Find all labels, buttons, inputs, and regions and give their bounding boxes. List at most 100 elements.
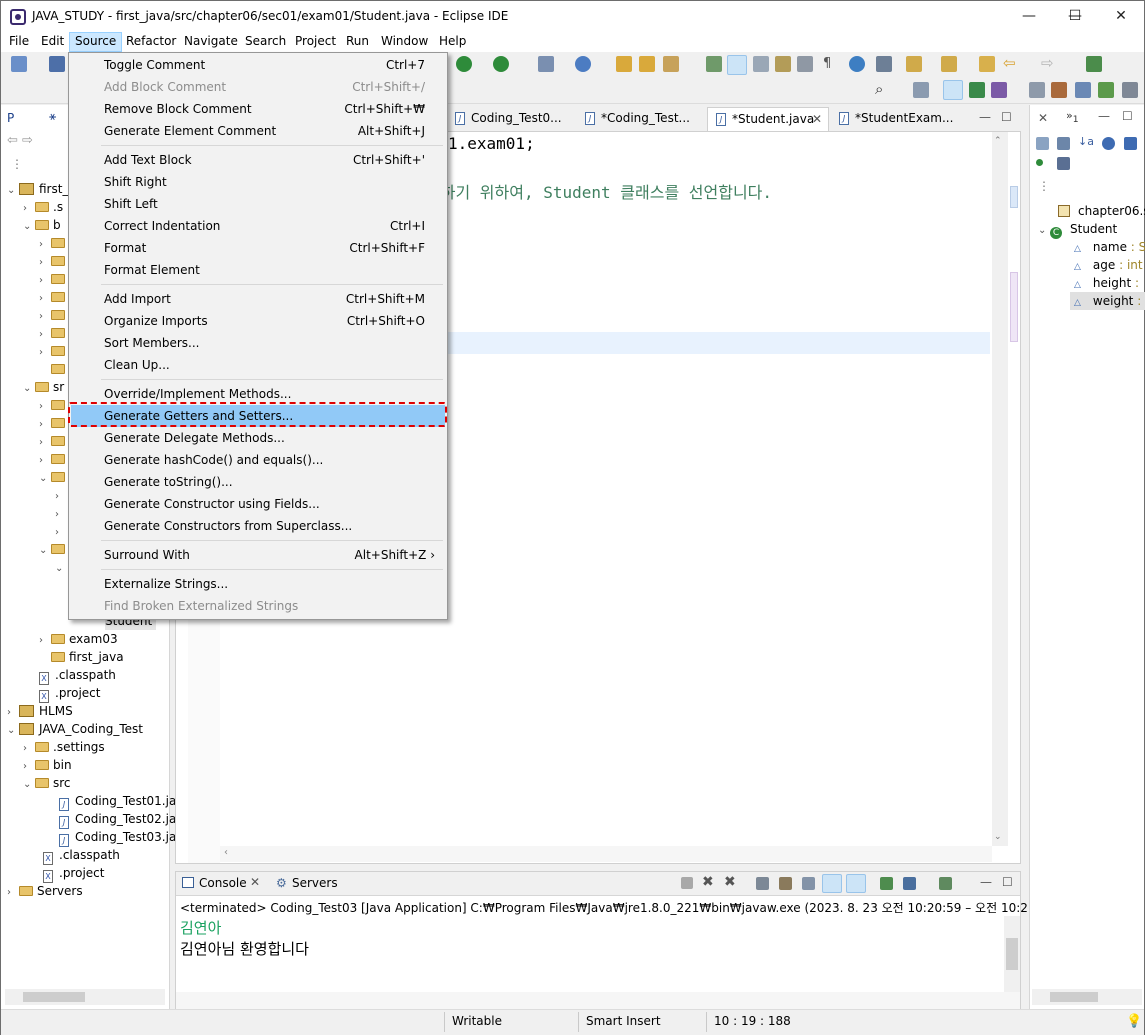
external-tools-icon[interactable] [493,56,509,72]
tree-item-project-2[interactable]: X .project [43,864,104,883]
hide-static-icon[interactable] [1124,137,1137,150]
tree-item[interactable]: › [39,414,69,432]
menu-item-organize-imports[interactable]: Organize Imports Ctrl+Shift+O [71,310,445,332]
tree-item-settings[interactable]: › .settings [23,738,105,756]
menu-item-add-text-block[interactable]: Add Text Block Ctrl+Shift+' [71,149,445,171]
sort-icon[interactable] [1057,137,1070,150]
word-wrap-icon[interactable] [802,877,815,890]
pin-editor-icon[interactable] [1086,56,1102,72]
web-browser-icon[interactable] [849,56,865,72]
maximize-button[interactable]: ☐ [1052,1,1098,32]
open-resource-icon[interactable] [639,56,655,72]
tree-item[interactable]: ⌄ [55,558,67,576]
menu-navigate[interactable]: Navigate [179,32,243,52]
close-console-icon[interactable]: ✕ [250,875,260,889]
tree-item[interactable]: › [39,432,69,450]
restore-icon[interactable] [1029,82,1045,98]
tab-student-exam[interactable]: J *StudentExam... [831,107,953,131]
menu-item-find-broken-externalized-strings[interactable]: Find Broken Externalized Strings [71,595,445,617]
tab-coding-test[interactable]: J *Coding_Test... [577,107,707,131]
task-icon[interactable] [876,56,892,72]
back-icon[interactable]: ⇦ ⇨ [7,133,33,148]
tree-item[interactable]: › [39,450,69,468]
tree-item[interactable]: › [39,324,69,342]
outline-field-weight[interactable]: △ weight : [1070,292,1145,310]
menu-item-shift-left[interactable]: Shift Left [71,193,445,215]
menu-item-clean-up[interactable]: Clean Up... [71,354,445,376]
tree-item-src[interactable]: ⌄ src [23,774,71,792]
tree-item[interactable]: ⌄ b [23,216,61,234]
menu-item-surround-with[interactable]: Surround With Alt+Shift+Z › [71,544,445,566]
tree-item-exam03[interactable]: › exam03 [39,630,118,648]
open-perspective-icon[interactable] [913,82,929,98]
menu-help[interactable]: Help [434,32,471,52]
tree-item-first-java[interactable]: ⌄ first_ [7,180,68,198]
menu-refactor[interactable]: Refactor [121,32,181,52]
close-tab-icon[interactable]: ✕ [812,108,822,131]
pilcrow-icon[interactable]: ¶ [823,56,831,71]
scroll-lock-icon[interactable] [779,877,792,890]
outline-field-age[interactable]: △ age : int [1074,256,1143,274]
tree-item[interactable]: › [39,342,69,360]
last-edit-icon[interactable] [979,56,995,72]
tree-item-project[interactable]: X .project [39,684,100,703]
view-icon-2[interactable] [1075,82,1091,98]
tree-item[interactable]: › .s [23,198,63,216]
new-java-project-icon[interactable] [538,56,554,72]
tree-item[interactable]: › [39,288,69,306]
pin-console-icon[interactable] [880,877,893,890]
menu-item-generate-constructors-from-superclass[interactable]: Generate Constructors from Superclass... [71,515,445,537]
collapse-all-icon[interactable] [1036,137,1049,150]
tab-student-java[interactable]: J *Student.java ✕ [707,107,829,131]
tree-item-first-java-pkg[interactable]: first_java [51,648,124,666]
word-wrap-icon[interactable] [797,56,813,72]
forward-icon[interactable]: ⇨ [1041,54,1054,72]
horizontal-scrollbar[interactable] [176,992,1020,1010]
view-icon-1[interactable] [1051,82,1067,98]
menu-item-generate-tostring[interactable]: Generate toString()... [71,471,445,493]
open-console-icon[interactable] [939,877,952,890]
tree-item-coding-test02[interactable]: J Coding_Test02.ja [59,810,176,829]
view-menu-icon[interactable]: ⋮ [11,157,23,171]
tree-item[interactable]: › [39,252,69,270]
minimize-view-icon[interactable]: — [980,875,992,889]
vertical-scrollbar[interactable]: ⌃ ⌄ [992,132,1008,846]
hide-local-types-icon[interactable] [1057,157,1070,170]
debug-perspective-icon[interactable] [969,82,985,98]
tree-item-java-coding-test[interactable]: ⌄ JAVA_Coding_Test [7,720,143,738]
tree-item-bin[interactable]: › bin [23,756,72,774]
menu-item-format[interactable]: Format Ctrl+Shift+F [71,237,445,259]
menu-item-generate-element-comment[interactable]: Generate Element Comment Alt+Shift+J [71,120,445,142]
outline-field-height[interactable]: △ height : [1074,274,1139,292]
clear-console-icon[interactable] [756,877,769,890]
show-on-stdout-icon[interactable] [822,874,842,893]
close-outline-icon[interactable]: ✕ [1038,111,1048,125]
tab-type-hierarchy[interactable]: ⚹ [49,109,56,124]
save-icon[interactable] [49,56,65,72]
highlight-occurrences-icon[interactable] [727,55,747,75]
menu-item-generate-constructor-using-fields[interactable]: Generate Constructor using Fields... [71,493,445,515]
tree-item[interactable]: › [55,486,67,504]
hide-fields-icon[interactable] [1102,137,1115,150]
menu-item-correct-indentation[interactable]: Correct Indentation Ctrl+I [71,215,445,237]
maximize-view-icon[interactable]: ☐ [1001,110,1012,124]
close-button[interactable]: ✕ [1098,1,1144,32]
new-class-icon[interactable] [575,56,591,72]
tree-item[interactable]: ⌄ [39,468,69,486]
tree-item-hlms[interactable]: › HLMS [7,702,73,720]
maximize-view-icon[interactable]: ☐ [1122,109,1133,123]
vertical-scrollbar[interactable] [1004,916,1020,992]
tree-item[interactable]: ⌄ [39,540,69,558]
menu-source[interactable]: Source [69,32,123,52]
menu-item-shift-right[interactable]: Shift Right [71,171,445,193]
search-icon[interactable] [663,56,679,72]
tree-item[interactable]: › [39,270,69,288]
minimize-view-icon[interactable]: — [1098,109,1110,123]
remove-launch-icon[interactable]: ✖ [702,874,714,890]
menu-file[interactable]: File [4,32,34,52]
show-on-stderr-icon[interactable] [846,874,866,893]
tree-item[interactable]: › [55,522,67,540]
horizontal-scrollbar[interactable] [5,989,165,1005]
open-type-icon[interactable] [616,56,632,72]
tab-package-explorer[interactable]: P [7,111,14,125]
